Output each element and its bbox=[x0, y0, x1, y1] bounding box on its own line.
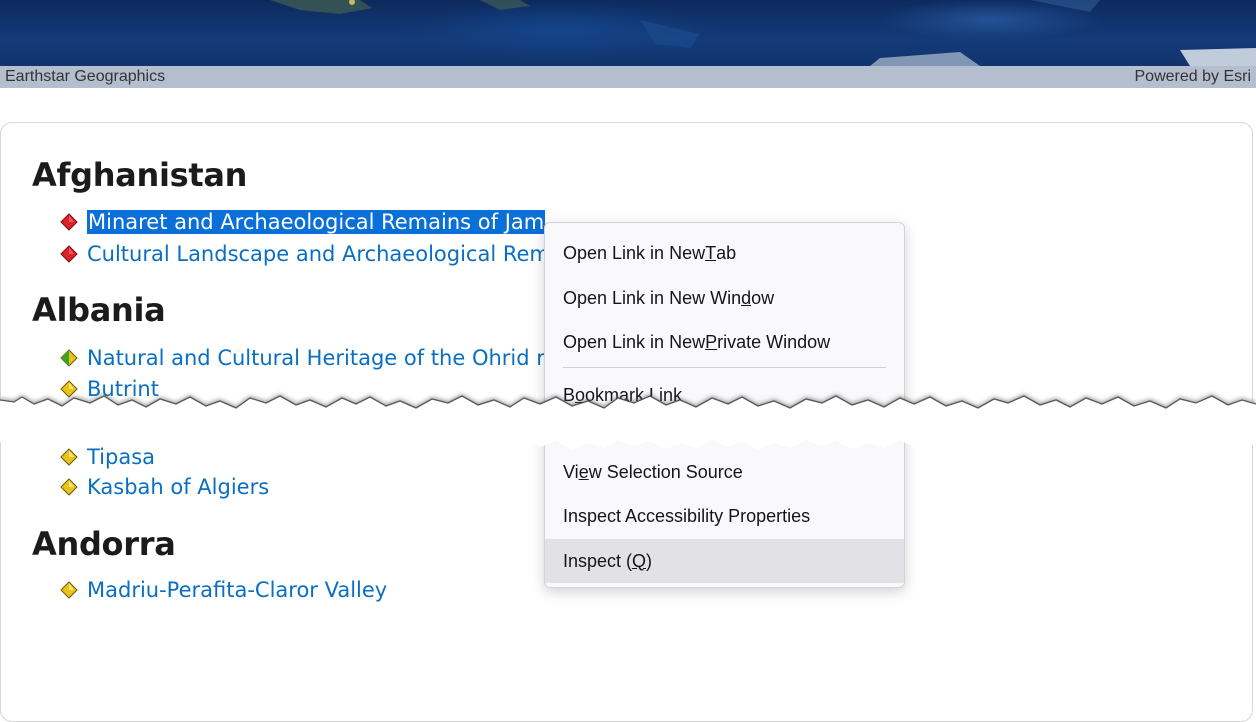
site-link[interactable]: Kasbah of Algiers bbox=[87, 475, 269, 499]
site-link[interactable]: Cultural Landscape and Archaeological Re… bbox=[87, 242, 550, 266]
menu-item-open-private-window[interactable]: Open Link in New Private Window bbox=[545, 320, 904, 364]
menu-separator bbox=[563, 367, 886, 368]
list-item[interactable]: Natural and Cultural Heritage of the Ohr… bbox=[60, 344, 557, 372]
menu-item-open-new-window[interactable]: Open Link in New Win d ow bbox=[545, 276, 904, 320]
country-heading-albania: Albania bbox=[32, 291, 166, 329]
list-item[interactable]: Cultural Landscape and Archaeological Re… bbox=[60, 240, 550, 268]
menu-item-inspect[interactable]: Inspect (Q) bbox=[545, 539, 904, 583]
list-item[interactable]: Kasbah of Algiers bbox=[60, 473, 269, 501]
map-view[interactable]: Earthstar Geographics Powered by Esri bbox=[0, 0, 1256, 88]
list-item[interactable]: Minaret and Archaeological Remains of Ja… bbox=[60, 208, 546, 236]
red-diamond-icon bbox=[60, 245, 78, 263]
site-link[interactable]: Natural and Cultural Heritage of the Ohr… bbox=[87, 346, 557, 370]
site-link[interactable]: Madriu-Perafita-Claror Valley bbox=[87, 578, 387, 602]
map-attribution-left: Earthstar Geographics bbox=[5, 68, 166, 85]
green-yellow-diamond-icon bbox=[60, 349, 78, 367]
yellow-diamond-icon bbox=[60, 478, 78, 496]
yellow-diamond-icon bbox=[60, 581, 78, 599]
site-link[interactable]: Minaret and Archaeological Remains of Ja… bbox=[87, 210, 546, 234]
country-heading-andorra: Andorra bbox=[32, 525, 176, 563]
map-attribution-bar: Earthstar Geographics Powered by Esri bbox=[0, 66, 1256, 88]
map-attribution-right[interactable]: Powered by Esri bbox=[1135, 68, 1252, 86]
torn-paper-divider bbox=[0, 394, 1256, 450]
red-diamond-icon bbox=[60, 213, 78, 231]
country-heading-afghanistan: Afghanistan bbox=[32, 156, 248, 194]
list-item[interactable]: Madriu-Perafita-Claror Valley bbox=[60, 576, 387, 604]
menu-item-inspect-accessibility[interactable]: Inspect Accessibility Properties bbox=[545, 494, 904, 538]
menu-item-open-new-tab[interactable]: Open Link in New Tab bbox=[545, 231, 904, 275]
